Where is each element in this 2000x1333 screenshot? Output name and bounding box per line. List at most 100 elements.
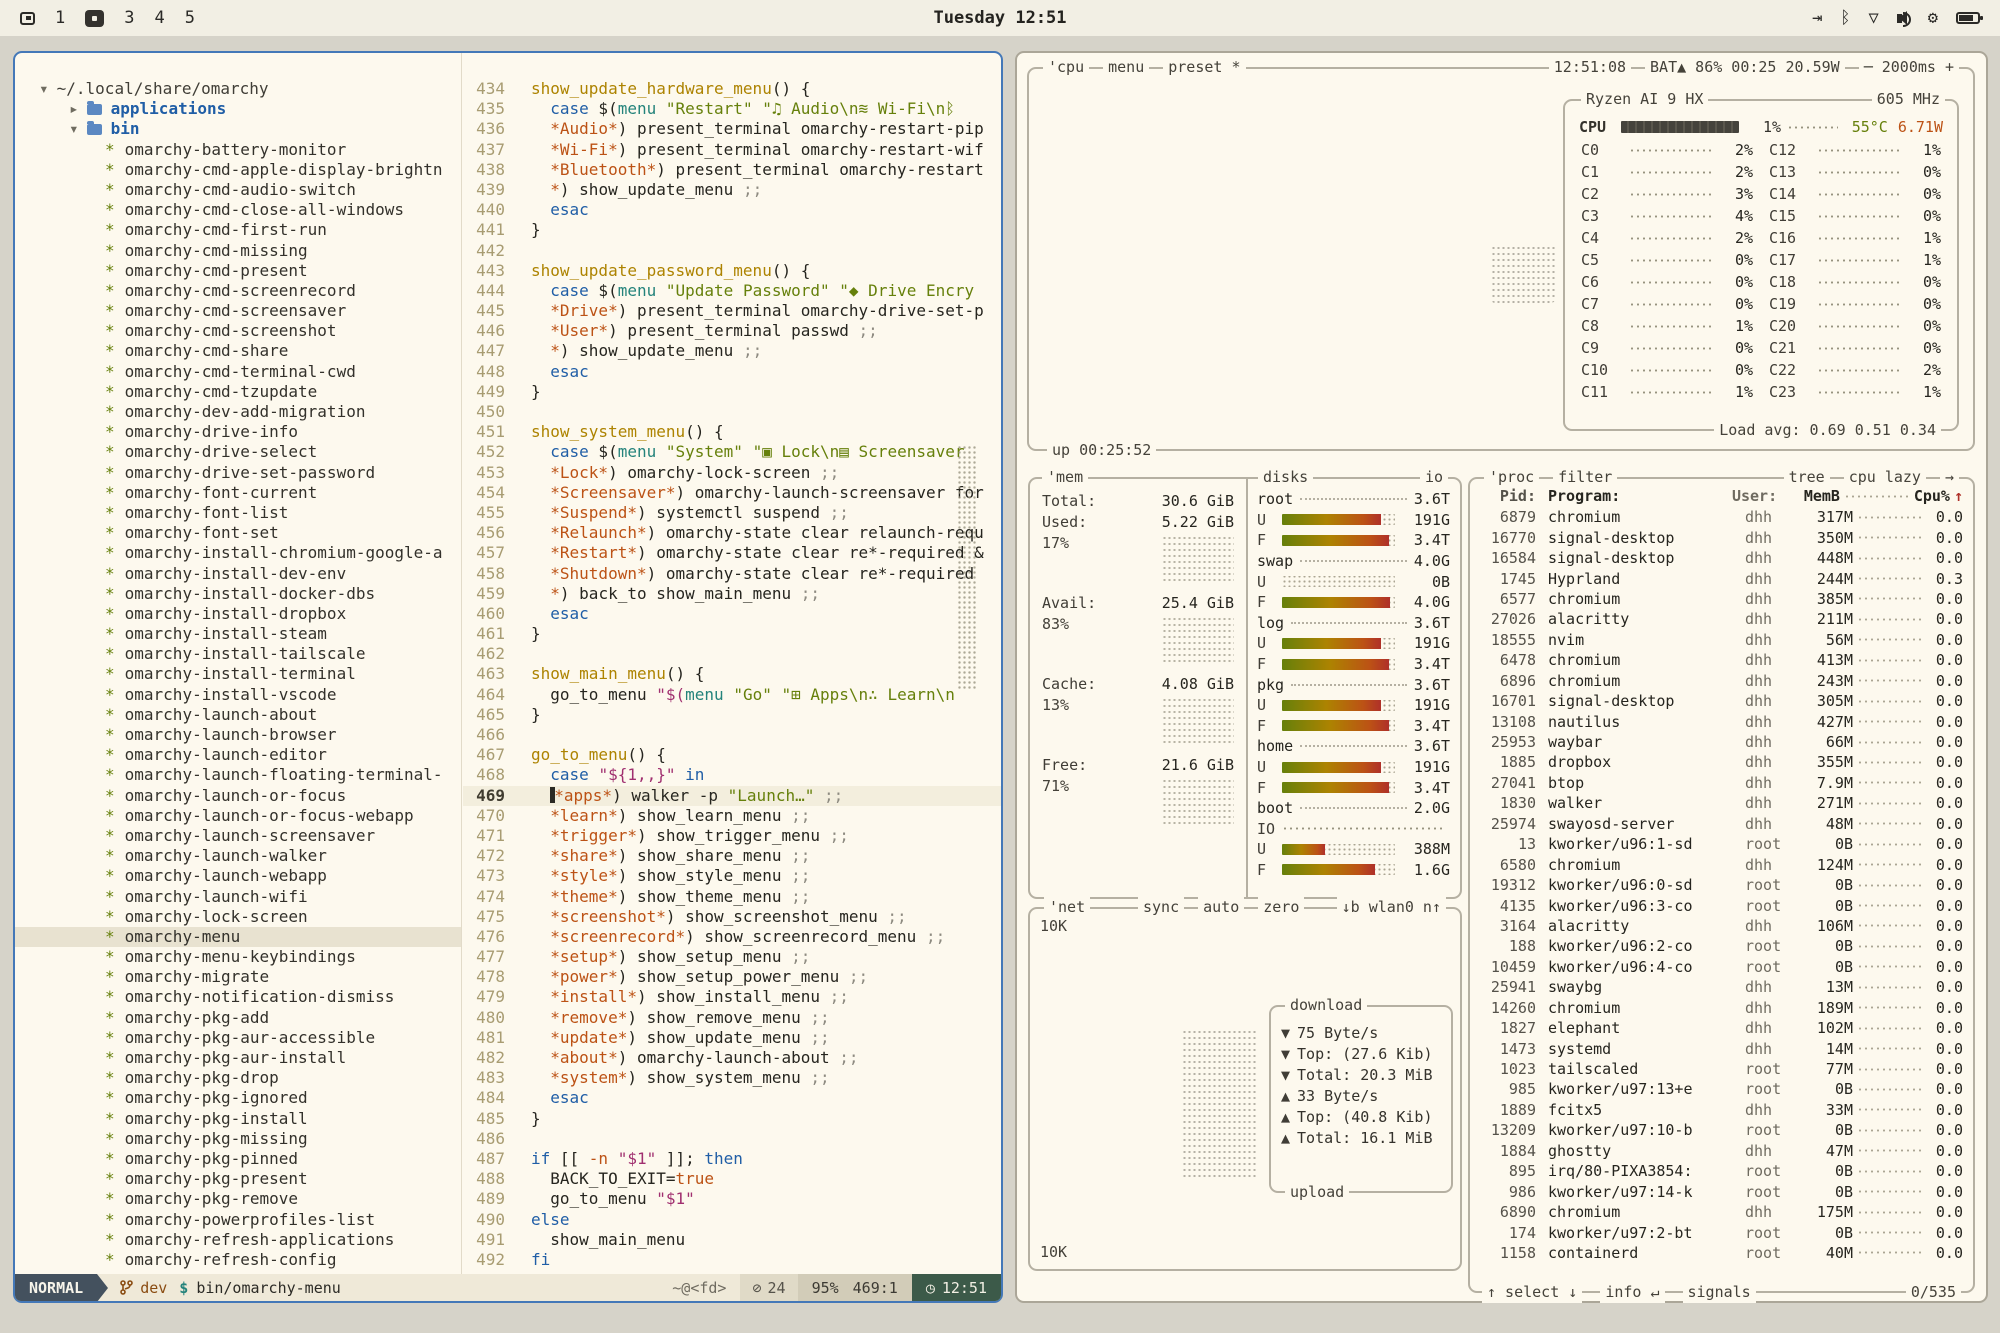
code-line[interactable]: 491 show_main_menu xyxy=(463,1230,1001,1250)
tree-file[interactable]: *omarchy-pkg-missing xyxy=(15,1129,461,1149)
code-line[interactable]: 490else xyxy=(463,1210,1001,1230)
tree-file[interactable]: *omarchy-cmd-missing xyxy=(15,241,461,261)
code-line[interactable]: 465} xyxy=(463,705,1001,725)
process-row[interactable]: 16584signal-desktopdhh448M0.0 xyxy=(1480,548,1963,568)
volume-icon[interactable] xyxy=(1897,14,1902,23)
tree-file[interactable]: *omarchy-cmd-screensaver xyxy=(15,301,461,321)
code-line[interactable]: 484 esac xyxy=(463,1088,1001,1108)
tree-file[interactable]: *omarchy-pkg-aur-accessible xyxy=(15,1028,461,1048)
process-row[interactable]: 1884ghosttydhh47M0.0 xyxy=(1480,1141,1963,1161)
tree-file[interactable]: *omarchy-lock-screen xyxy=(15,907,461,927)
process-row[interactable]: 13108nautilusdhh427M0.0 xyxy=(1480,711,1963,731)
workspace-4[interactable]: 4 xyxy=(155,8,165,28)
process-row[interactable]: 16770signal-desktopdhh350M0.0 xyxy=(1480,527,1963,547)
process-row[interactable]: 4135kworker/u96:3-coroot0B0.0 xyxy=(1480,895,1963,915)
code-line[interactable]: 473 *style*) show_style_menu ;; xyxy=(463,866,1001,886)
tree-file[interactable]: *omarchy-install-dropbox xyxy=(15,604,461,624)
process-row[interactable]: 1023tailscaledroot77M0.0 xyxy=(1480,1059,1963,1079)
overview-icon[interactable] xyxy=(20,12,35,25)
process-row[interactable]: 174kworker/u97:2-btroot0B0.0 xyxy=(1480,1222,1963,1242)
code-line[interactable]: 452 case $(menu "System" "▣ Lock\n▤ Scre… xyxy=(463,442,1001,462)
tree-file[interactable]: *omarchy-pkg-add xyxy=(15,1008,461,1028)
code-line[interactable]: 454 *Screensaver*) omarchy-launch-screen… xyxy=(463,483,1001,503)
code-line[interactable]: 479 *install*) show_install_menu ;; xyxy=(463,987,1001,1007)
network-icon[interactable]: ▽ xyxy=(1869,8,1879,28)
code-line[interactable]: 486 xyxy=(463,1129,1001,1149)
tree-file[interactable]: *omarchy-drive-set-password xyxy=(15,463,461,483)
tree-file[interactable]: *omarchy-refresh-applications xyxy=(15,1230,461,1250)
proc-select-hint[interactable]: ↑ select ↓ xyxy=(1482,1282,1582,1303)
tree-file[interactable]: *omarchy-launch-or-focus xyxy=(15,786,461,806)
tree-file[interactable]: *omarchy-notification-dismiss xyxy=(15,987,461,1007)
tree-file[interactable]: *omarchy-pkg-aur-install xyxy=(15,1048,461,1068)
code-line[interactable]: 435 case $(menu "Restart" "♫ Audio\n≋ Wi… xyxy=(463,99,1001,119)
code-line[interactable]: 437 *Wi-Fi*) present_terminal omarchy-re… xyxy=(463,140,1001,160)
net-box-title[interactable]: 'net xyxy=(1044,897,1090,918)
menu-button[interactable]: menu xyxy=(1103,57,1149,78)
code-line[interactable]: 459 *) back_to show_main_menu ;; xyxy=(463,584,1001,604)
process-row[interactable]: 6896chromiumdhh243M0.0 xyxy=(1480,671,1963,691)
code-line[interactable]: 477 *setup*) show_setup_menu ;; xyxy=(463,947,1001,967)
code-line[interactable]: 455 *Suspend*) systemctl suspend ;; xyxy=(463,503,1001,523)
code-line[interactable]: 470 *learn*) show_learn_menu ;; xyxy=(463,806,1001,826)
scrollbar-marks[interactable] xyxy=(957,445,977,691)
process-row[interactable]: 1473systemddhh14M0.0 xyxy=(1480,1038,1963,1058)
tree-file[interactable]: *omarchy-cmd-tzupdate xyxy=(15,382,461,402)
code-line[interactable]: 478 *power*) show_setup_power_menu ;; xyxy=(463,967,1001,987)
process-row[interactable]: 25953waybardhh66M0.0 xyxy=(1480,732,1963,752)
tree-file[interactable]: *omarchy-install-terminal xyxy=(15,664,461,684)
process-row[interactable]: 27026alacrittydhh211M0.0 xyxy=(1480,609,1963,629)
proc-sort-mode[interactable]: cpu lazy xyxy=(1844,467,1926,488)
code-line[interactable]: 438 *Bluetooth*) present_terminal omarch… xyxy=(463,160,1001,180)
tree-file[interactable]: *omarchy-cmd-share xyxy=(15,341,461,361)
tree-file[interactable]: *omarchy-install-steam xyxy=(15,624,461,644)
code-line[interactable]: 463show_main_menu() { xyxy=(463,664,1001,684)
process-row[interactable]: 16701signal-desktopdhh305M0.0 xyxy=(1480,691,1963,711)
code-line[interactable]: 439 *) show_update_menu ;; xyxy=(463,180,1001,200)
code-line[interactable]: 446 *User*) present_terminal passwd ;; xyxy=(463,321,1001,341)
code-line[interactable]: 434show_update_hardware_menu() { xyxy=(463,79,1001,99)
code-line[interactable]: 461} xyxy=(463,624,1001,644)
process-row[interactable]: 13kworker/u96:1-sdroot0B0.0 xyxy=(1480,834,1963,854)
tree-root[interactable]: ▾~/.local/share/omarchy xyxy=(15,79,461,99)
battery-icon[interactable] xyxy=(1956,12,1980,24)
tree-file[interactable]: *omarchy-pkg-drop xyxy=(15,1068,461,1088)
update-interval[interactable]: ─ 2000ms + xyxy=(1859,57,1959,78)
code-line[interactable]: 449} xyxy=(463,382,1001,402)
code-line[interactable]: 460 esac xyxy=(463,604,1001,624)
tree-file[interactable]: *omarchy-cmd-terminal-cwd xyxy=(15,362,461,382)
code-line[interactable]: 471 *trigger*) show_trigger_menu ;; xyxy=(463,826,1001,846)
process-row[interactable]: 1158containerdroot40M0.0 xyxy=(1480,1243,1963,1263)
tree-file[interactable]: *omarchy-install-docker-dbs xyxy=(15,584,461,604)
code-line[interactable]: 474 *theme*) show_theme_menu ;; xyxy=(463,887,1001,907)
tree-file[interactable]: *omarchy-launch-editor xyxy=(15,745,461,765)
tree-file[interactable]: *omarchy-font-set xyxy=(15,523,461,543)
process-row[interactable]: 14260chromiumdhh189M0.0 xyxy=(1480,998,1963,1018)
code-line[interactable]: 442 xyxy=(463,241,1001,261)
code-line[interactable]: 447 *) show_update_menu ;; xyxy=(463,341,1001,361)
proc-expand-button[interactable]: → xyxy=(1940,467,1959,488)
tree-file[interactable]: *omarchy-install-dev-env xyxy=(15,564,461,584)
process-row[interactable]: 6478chromiumdhh413M0.0 xyxy=(1480,650,1963,670)
tree-folder-applications[interactable]: ▸applications xyxy=(15,99,461,119)
logout-icon[interactable]: ⇥ xyxy=(1812,8,1822,28)
tree-file[interactable]: *omarchy-install-tailscale xyxy=(15,644,461,664)
preset-button[interactable]: preset * xyxy=(1163,57,1245,78)
process-row[interactable]: 6890chromiumdhh175M0.0 xyxy=(1480,1202,1963,1222)
process-row[interactable]: 895irq/80-PIXA3854:root0B0.0 xyxy=(1480,1161,1963,1181)
tree-file[interactable]: *omarchy-launch-wifi xyxy=(15,887,461,907)
workspace-5[interactable]: 5 xyxy=(185,8,195,28)
workspace-1[interactable]: 1 xyxy=(55,8,65,28)
process-row[interactable]: 6577chromiumdhh385M0.0 xyxy=(1480,589,1963,609)
code-line[interactable]: 444 case $(menu "Update Password" "◆ Dri… xyxy=(463,281,1001,301)
process-row[interactable]: 985kworker/u97:13+eroot0B0.0 xyxy=(1480,1079,1963,1099)
code-line[interactable]: 466 xyxy=(463,725,1001,745)
tree-file[interactable]: *omarchy-pkg-pinned xyxy=(15,1149,461,1169)
code-line[interactable]: 467go_to_menu() { xyxy=(463,745,1001,765)
process-row[interactable]: 6580chromiumdhh124M0.0 xyxy=(1480,854,1963,874)
code-line[interactable]: 457 *Restart*) omarchy-state clear re*-r… xyxy=(463,543,1001,563)
code-line[interactable]: 450 xyxy=(463,402,1001,422)
proc-signals-hint[interactable]: signals xyxy=(1683,1282,1756,1303)
tree-file[interactable]: *omarchy-powerprofiles-list xyxy=(15,1210,461,1230)
code-line[interactable]: 488 BACK_TO_EXIT=true xyxy=(463,1169,1001,1189)
